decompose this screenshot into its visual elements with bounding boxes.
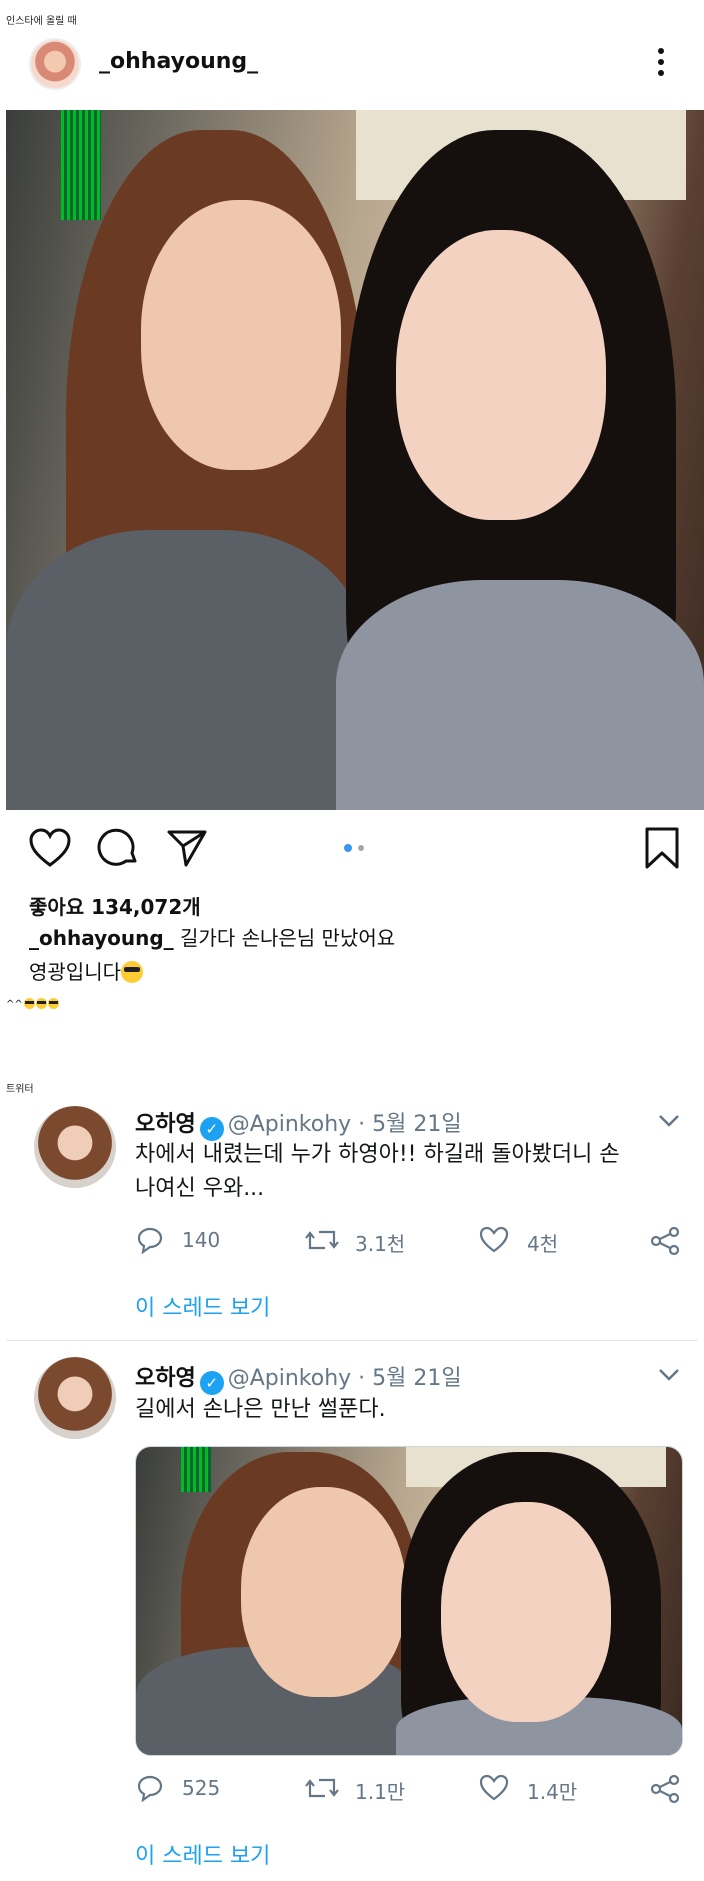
tweet-text: 차에서 내렸는데 누가 하영아!! 하길래 돌아봤더니 손 나여신 우와... [135,1138,620,1206]
chevron-down-icon[interactable] [658,1368,680,1382]
share-node-icon[interactable] [650,1226,680,1256]
like-icon[interactable] [478,1226,510,1254]
carousel-dots [344,844,364,852]
tweet-photo[interactable] [135,1446,683,1756]
section-caption-instagram: 인스타에 올릴 때 [6,16,77,27]
retweet-count: 1.1만 [355,1780,406,1804]
like-count: 4천 [527,1232,559,1256]
handle-date[interactable]: @Apinkohy · 5월 21일 [228,1366,462,1391]
verified-icon: ✓ [199,1371,224,1395]
tweet-header: 오하영 ✓ @Apinkohy · 5월 21일 [135,1360,462,1395]
retweet-count: 3.1천 [355,1232,406,1256]
caption-username[interactable]: _ohhayoung_ [29,926,174,950]
like-icon[interactable] [478,1774,510,1802]
post-caption: _ohhayoung_ 길가다 손나은님 만났어요 [29,922,395,951]
comment-line: ^^ [6,998,59,1010]
sunglasses-emoji-icon [47,998,59,1009]
reply-icon[interactable] [135,1774,165,1802]
retweet-icon[interactable] [305,1226,339,1254]
display-name[interactable]: 오하영 [135,1366,196,1391]
reply-count: 140 [182,1228,221,1252]
show-thread-link[interactable]: 이 스레드 보기 [135,1838,270,1870]
avatar[interactable] [34,1106,116,1188]
show-thread-link[interactable]: 이 스레드 보기 [135,1290,270,1322]
share-node-icon[interactable] [650,1774,680,1804]
avatar[interactable] [29,38,81,90]
retweet-icon[interactable] [305,1774,339,1802]
display-name[interactable]: 오하영 [135,1112,196,1137]
caption-line2: 영광입니다 [29,956,143,985]
tweet-header: 오하영 ✓ @Apinkohy · 5월 21일 [135,1106,462,1141]
tweet-text: 길에서 손나은 만난 썰푼다. [135,1393,386,1427]
tweet-text-line: 나여신 우와... [135,1176,265,1201]
sunglasses-emoji-icon [121,961,143,983]
like-count: 1.4만 [527,1780,578,1804]
bookmark-icon[interactable] [644,826,680,870]
reply-count: 525 [182,1776,221,1800]
likes-count[interactable]: 좋아요 134,072개 [29,891,201,920]
handle-date[interactable]: @Apinkohy · 5월 21일 [228,1112,462,1137]
username[interactable]: _ohhayoung_ [99,49,258,74]
comment-icon[interactable] [97,828,139,868]
sunglasses-emoji-icon [35,998,47,1009]
tweet-text-line: 차에서 내렸는데 누가 하영아!! 하길래 돌아봤더니 손 [135,1142,620,1167]
heart-icon[interactable] [29,828,71,868]
more-icon[interactable] [658,48,666,78]
comment-text: ^^ [6,999,23,1010]
sunglasses-emoji-icon [23,998,35,1009]
section-caption-twitter: 트위터 [6,1084,34,1095]
share-icon[interactable] [166,828,208,868]
chevron-down-icon[interactable] [658,1114,680,1128]
post-photo [6,110,704,810]
divider [6,1340,698,1341]
avatar[interactable] [34,1357,116,1439]
caption-text: 길가다 손나은님 만났어요 [180,926,396,950]
reply-icon[interactable] [135,1226,165,1254]
tweet-text-line: 길에서 손나은 만난 썰푼다. [135,1397,386,1422]
caption-line2-text: 영광입니다 [29,960,121,984]
